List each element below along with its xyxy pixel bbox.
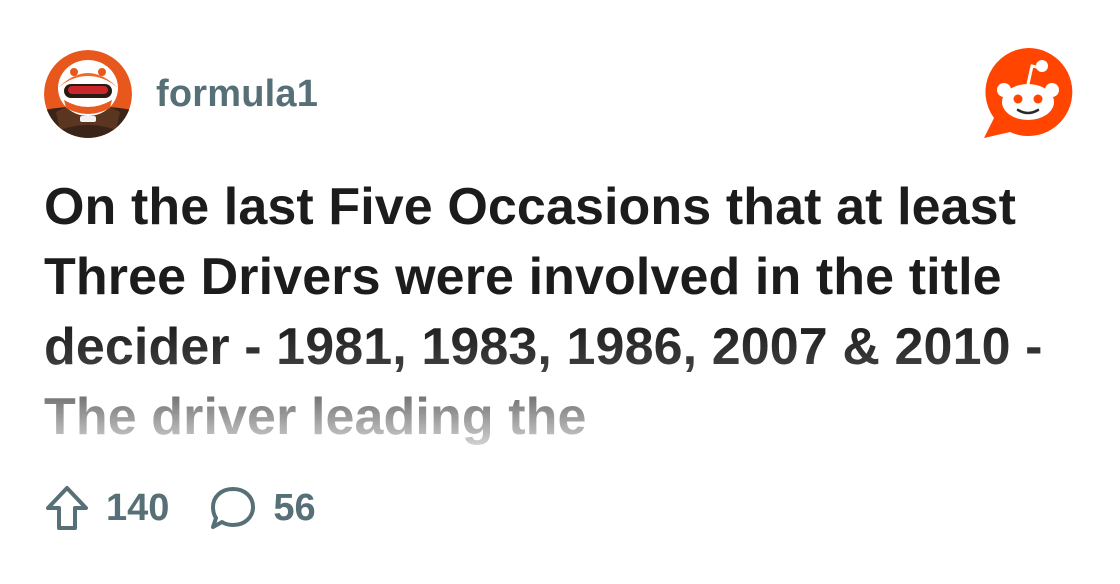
upvote-button[interactable]: 140 [44,484,169,532]
upvote-arrow-icon [46,486,88,530]
post-actions: 140 56 [44,484,316,532]
post-card[interactable]: formula1 On the last Five Occasions that… [0,0,1120,584]
comment-bubble-icon [211,487,256,529]
subreddit-name[interactable]: formula1 [156,73,318,116]
reddit-snoo-icon [984,47,1073,138]
post-header: formula1 [44,50,318,138]
upvote-count: 140 [106,486,170,529]
subreddit-avatar-icon[interactable] [44,50,132,138]
post-title[interactable]: On the last Five Occasions that at least… [44,172,1054,452]
comment-count: 56 [273,486,316,529]
comments-button[interactable]: 56 [209,485,316,531]
